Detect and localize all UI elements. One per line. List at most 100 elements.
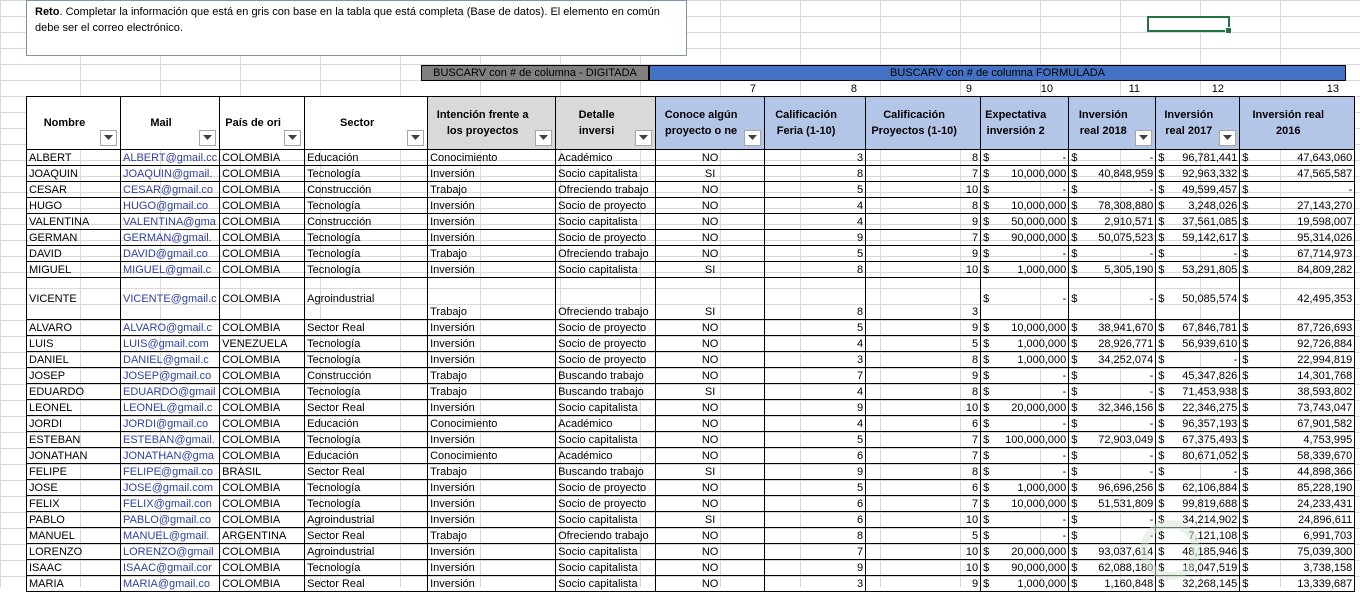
cell[interactable]: DANIEL: [26, 351, 121, 368]
cell[interactable]: NO: [655, 495, 766, 512]
cell[interactable]: 8: [865, 383, 982, 400]
cell[interactable]: 9: [865, 319, 982, 336]
cell[interactable]: $96,781,441: [1155, 149, 1241, 166]
cell[interactable]: NO: [655, 399, 766, 416]
cell[interactable]: $32,346,156: [1068, 399, 1157, 416]
cell[interactable]: NO: [655, 559, 766, 576]
cell[interactable]: 6: [865, 415, 982, 432]
cell[interactable]: COLOMBIA: [219, 447, 306, 464]
filter-dropdown-button[interactable]: [635, 130, 653, 146]
cell[interactable]: $13,339,687: [1239, 575, 1356, 592]
cell[interactable]: JONATHAN@gma: [119, 447, 221, 464]
cell[interactable]: COLOMBIA: [219, 245, 306, 262]
filter-dropdown-button[interactable]: [284, 130, 302, 146]
cell[interactable]: MANUEL@gmail.: [119, 527, 221, 544]
cell[interactable]: LORENZO: [26, 543, 121, 560]
cell[interactable]: 8: [764, 277, 867, 320]
cell[interactable]: $67,901,582: [1239, 415, 1356, 432]
cell[interactable]: Sector Real: [304, 399, 429, 416]
group-header-digitada[interactable]: BUSCARV con # de columna - DIGITADA: [421, 65, 649, 81]
cell[interactable]: SI: [655, 277, 766, 320]
cell[interactable]: EDUARDO@gmail: [119, 383, 221, 400]
cell[interactable]: Tecnología: [304, 245, 429, 262]
cell[interactable]: Inversión: [427, 431, 557, 448]
cell[interactable]: Socio capitalista: [555, 543, 657, 560]
cell[interactable]: $67,714,973: [1239, 245, 1356, 262]
cell[interactable]: Inversión: [427, 165, 557, 182]
cell[interactable]: Buscando trabajo: [555, 463, 657, 480]
cell[interactable]: NO: [655, 245, 766, 262]
filter-dropdown-button[interactable]: [199, 130, 217, 146]
cell[interactable]: COLOMBIA: [219, 479, 306, 496]
cell[interactable]: NO: [655, 415, 766, 432]
cell[interactable]: Inversión: [427, 319, 557, 336]
cell[interactable]: $1,000,000: [980, 335, 1070, 352]
cell[interactable]: COLOMBIA: [219, 543, 306, 560]
cell[interactable]: MANUEL: [26, 527, 121, 544]
cell[interactable]: $1,000,000: [980, 575, 1070, 592]
cell[interactable]: $72,903,049: [1068, 431, 1157, 448]
cell[interactable]: $ -: [1068, 277, 1157, 320]
cell[interactable]: NO: [655, 229, 766, 246]
fill-handle[interactable]: [1225, 27, 1232, 34]
cell[interactable]: 5: [764, 431, 867, 448]
selected-cell[interactable]: [1147, 16, 1232, 34]
cell[interactable]: Académico: [555, 447, 657, 464]
cell[interactable]: Construcción: [304, 367, 429, 384]
cell[interactable]: Inversión: [427, 575, 557, 592]
cell[interactable]: FELIPE@gmail.co: [119, 463, 221, 480]
cell[interactable]: 9: [764, 229, 867, 246]
cell[interactable]: COLOMBIA: [219, 511, 306, 528]
cell[interactable]: ISAAC: [26, 559, 121, 576]
cell[interactable]: $90,000,000: [980, 559, 1070, 576]
cell[interactable]: $1,000,000: [980, 479, 1070, 496]
cell[interactable]: Inversión: [427, 213, 557, 230]
cell[interactable]: Conocimiento: [427, 447, 557, 464]
cell[interactable]: NO: [655, 319, 766, 336]
cell[interactable]: $22,346,275: [1155, 399, 1241, 416]
cell[interactable]: Sector Real: [304, 463, 429, 480]
cell[interactable]: $56,939,610: [1155, 335, 1241, 352]
cell[interactable]: 6: [865, 479, 982, 496]
cell[interactable]: $42,495,353: [1239, 277, 1356, 320]
cell[interactable]: Tecnología: [304, 479, 429, 496]
cell[interactable]: Socio de proyecto: [555, 495, 657, 512]
cell[interactable]: Socio capitalista: [555, 165, 657, 182]
cell[interactable]: BRASIL: [219, 463, 306, 480]
cell[interactable]: Socio de proyecto: [555, 335, 657, 352]
cell[interactable]: NO: [655, 335, 766, 352]
cell[interactable]: 9: [865, 575, 982, 592]
cell[interactable]: Agroindustrial: [304, 277, 429, 320]
cell[interactable]: $ -: [1068, 367, 1157, 384]
cell[interactable]: 8: [865, 463, 982, 480]
cell[interactable]: NO: [655, 543, 766, 560]
cell[interactable]: $ -: [1068, 463, 1157, 480]
cell[interactable]: COLOMBIA: [219, 431, 306, 448]
cell[interactable]: Trabajo: [427, 245, 557, 262]
column-header[interactable]: Sector: [304, 96, 429, 150]
cell[interactable]: 9: [865, 213, 982, 230]
cell[interactable]: $84,809,282: [1239, 261, 1356, 278]
cell[interactable]: $45,347,826: [1155, 367, 1241, 384]
cell[interactable]: $ -: [1068, 383, 1157, 400]
column-header[interactable]: Calificación Feria (1-10): [764, 96, 867, 150]
cell[interactable]: $ -: [1068, 511, 1157, 528]
cell[interactable]: JONATHAN: [26, 447, 121, 464]
cell[interactable]: $ -: [980, 277, 1070, 320]
cell[interactable]: $ -: [980, 181, 1070, 198]
cell[interactable]: Tecnología: [304, 351, 429, 368]
cell[interactable]: $ -: [980, 149, 1070, 166]
cell[interactable]: $80,671,052: [1155, 447, 1241, 464]
cell[interactable]: COLOMBIA: [219, 229, 306, 246]
cell[interactable]: GERMAN: [26, 229, 121, 246]
cell[interactable]: $22,994,819: [1239, 351, 1356, 368]
cell[interactable]: $20,000,000: [980, 543, 1070, 560]
cell[interactable]: Socio capitalista: [555, 261, 657, 278]
cell[interactable]: SI: [655, 383, 766, 400]
cell[interactable]: NO: [655, 447, 766, 464]
cell[interactable]: JORDI@gmail.co: [119, 415, 221, 432]
cell[interactable]: $ -: [980, 245, 1070, 262]
cell[interactable]: 7: [865, 447, 982, 464]
cell[interactable]: NO: [655, 575, 766, 592]
cell[interactable]: 6: [764, 495, 867, 512]
